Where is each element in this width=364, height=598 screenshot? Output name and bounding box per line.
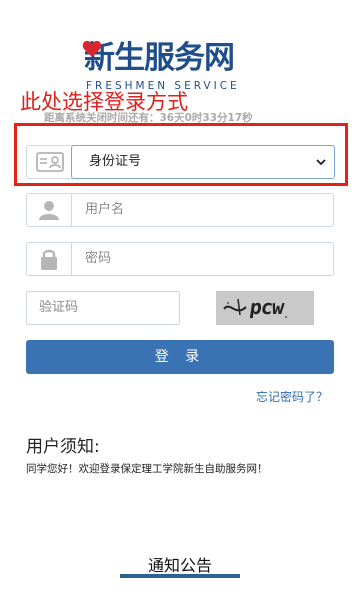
username-placeholder: 用户名: [85, 202, 125, 217]
announcement-tab[interactable]: 通知公告: [120, 555, 240, 578]
user-icon: [27, 194, 72, 226]
notice-title: 用户须知:: [26, 437, 100, 457]
lock-icon: [27, 243, 72, 275]
login-type-select[interactable]: 身份证号: [71, 145, 335, 179]
password-field[interactable]: 密码: [26, 242, 334, 276]
captcha-image[interactable]: pcw: [216, 291, 314, 325]
login-type-selected: 身份证号: [89, 154, 142, 169]
chevron-down-icon: [316, 159, 326, 166]
notice-text: 同学您好！欢迎登录保定理工学院新生自助服务网！: [26, 463, 268, 475]
captcha-input[interactable]: 验证码: [26, 291, 180, 325]
annotation-text: 此处选择登录方式: [20, 90, 188, 114]
password-placeholder: 密码: [85, 251, 112, 266]
login-type-row: 身份证号: [26, 145, 335, 179]
heart-icon: [82, 40, 102, 57]
username-field[interactable]: 用户名: [26, 193, 334, 227]
login-button[interactable]: 登 录: [26, 340, 334, 374]
logo-title: 新生服务网: [84, 40, 235, 76]
captcha-placeholder: 验证码: [39, 300, 79, 315]
forgot-password-link[interactable]: 忘记密码了？: [256, 388, 328, 405]
id-card-icon: [27, 146, 72, 178]
captcha-text: pcw: [248, 295, 285, 319]
